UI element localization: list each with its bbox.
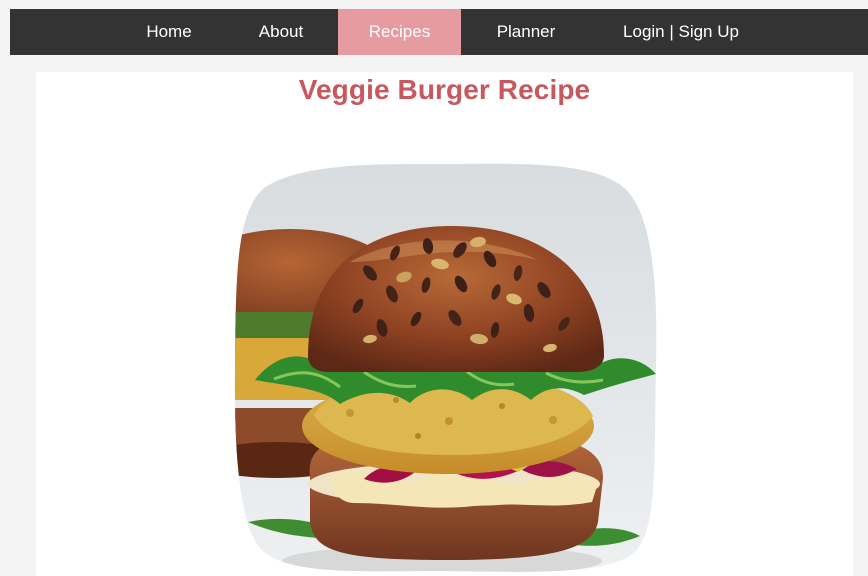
page-title: Veggie Burger Recipe: [298, 74, 591, 105]
nav-login-signup[interactable]: Login | Sign Up: [602, 9, 760, 55]
nav-planner[interactable]: Planner: [480, 9, 572, 55]
recipe-content: Veggie Burger Recipe: [36, 72, 853, 576]
top-nav-bar: Home About Recipes Planner Login | Sign …: [10, 9, 868, 55]
nav-home[interactable]: Home: [128, 9, 210, 55]
page: Home About Recipes Planner Login | Sign …: [0, 0, 868, 576]
nav-recipes[interactable]: Recipes: [338, 9, 461, 55]
nav-about[interactable]: About: [239, 9, 323, 55]
veggie-burger-image: [234, 163, 657, 572]
recipe-image: [232, 158, 660, 576]
